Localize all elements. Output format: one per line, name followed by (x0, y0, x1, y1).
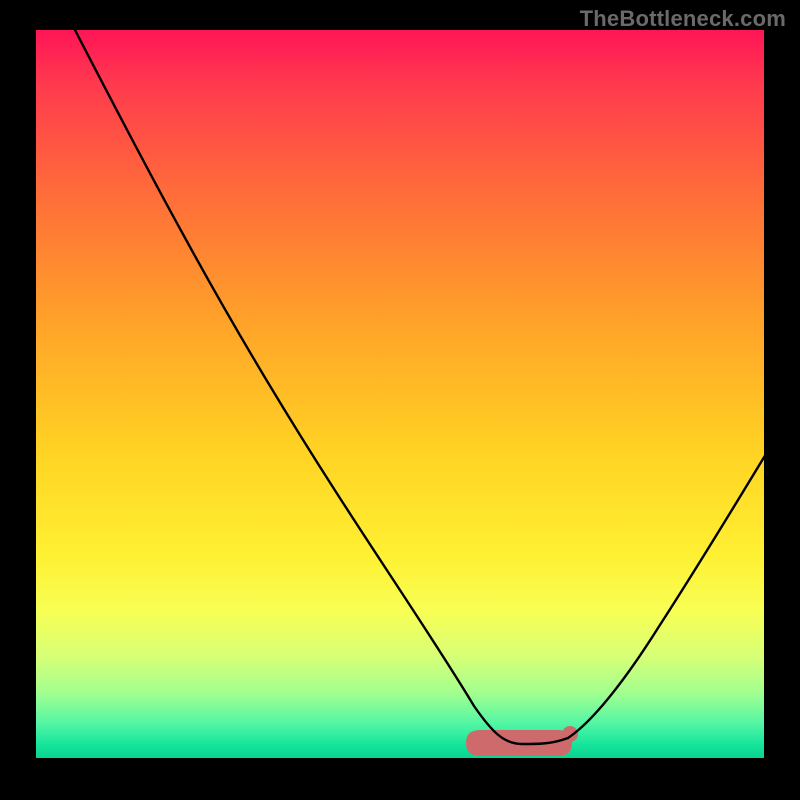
curve-svg (36, 30, 764, 758)
chart-frame: TheBottleneck.com (0, 0, 800, 800)
bottleneck-curve (75, 30, 764, 744)
plot-area (36, 30, 764, 758)
watermark-text: TheBottleneck.com (580, 6, 786, 32)
